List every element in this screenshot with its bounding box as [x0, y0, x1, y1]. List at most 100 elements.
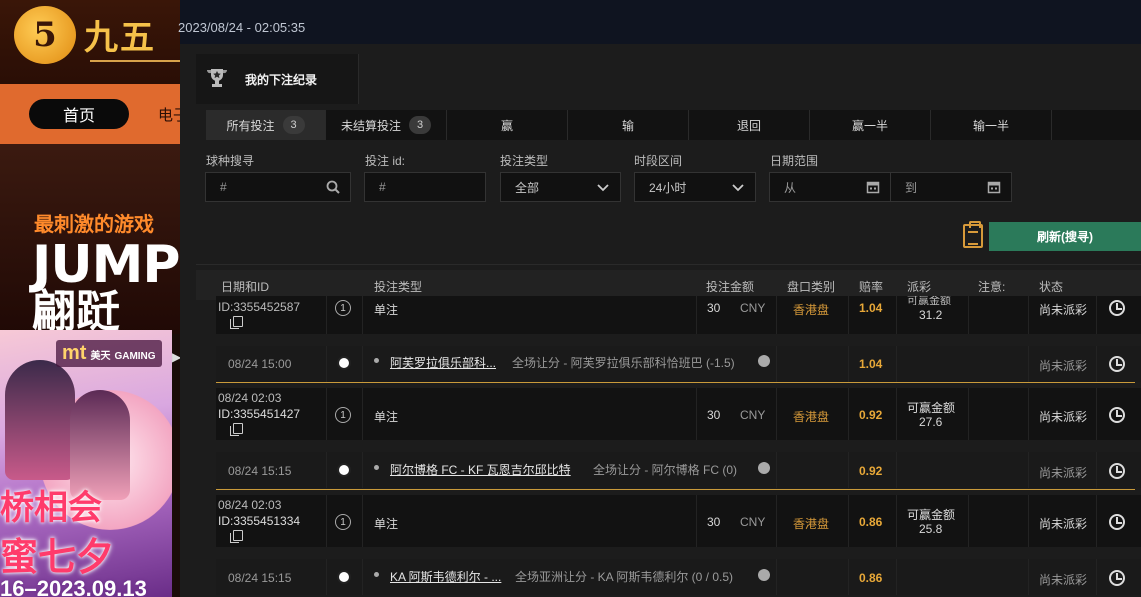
bullet-dot [374, 465, 379, 470]
bet-filter-tabs: 所有投注 3 未结算投注 3 赢 输 退回 赢一半 输一半 [206, 110, 1141, 140]
tab-lost[interactable]: 输 [568, 110, 689, 140]
col-note: 注意: [978, 280, 1006, 294]
clock-icon[interactable] [1109, 300, 1125, 316]
chevron-right-icon[interactable]: ▶ [172, 350, 181, 370]
bet-id: ID:3355451427 [218, 407, 301, 421]
col-status: 状态 [1039, 280, 1064, 294]
info-icon[interactable]: 1 [335, 300, 351, 316]
bet-type: 单注 [374, 517, 399, 531]
bet-status: 尚未派彩 [1039, 410, 1088, 424]
bet-market: 香港盘 [793, 410, 830, 424]
col-bet-type: 投注类型 [374, 280, 423, 294]
copy-icon[interactable] [230, 423, 243, 436]
payout-label: 可赢金额 [907, 401, 956, 415]
calendar-icon[interactable] [866, 180, 880, 194]
bet-id-placeholder: # [379, 180, 386, 194]
bet-date: 08/24 02:03 [218, 498, 282, 512]
bet-status: 尚未派彩 [1039, 517, 1088, 531]
date-from-placeholder: 从 [784, 180, 797, 195]
event-status: 尚未派彩 [1039, 573, 1088, 587]
tab-unsettled-bets[interactable]: 未结算投注 3 [326, 110, 447, 140]
site-logo-text: 九五 [84, 18, 156, 58]
event-match-link[interactable]: 阿尔博格 FC - KF 瓦恩吉尔邱比特 [390, 461, 571, 478]
col-date-id: 日期和ID [221, 280, 270, 294]
event-match-link[interactable]: KA 阿斯韦德利尔 - ... [390, 568, 501, 585]
bet-type-label: 投注类型 [500, 154, 549, 168]
copy-icon[interactable] [230, 530, 243, 543]
refresh-search-button[interactable]: 刷新(搜寻) [989, 222, 1141, 251]
tab-count-badge: 3 [282, 116, 305, 134]
bet-odds: 1.04 [859, 301, 883, 315]
clock-icon[interactable] [1109, 514, 1125, 530]
bullet-dot [374, 572, 379, 577]
tab-label: 所有投注 [226, 118, 275, 133]
figure-illustration [5, 360, 75, 480]
user-icon[interactable] [758, 569, 770, 581]
calendar-icon[interactable] [987, 180, 1001, 194]
info-icon[interactable]: 1 [335, 407, 351, 423]
tab-count-badge: 3 [409, 116, 431, 134]
clock-icon[interactable] [1109, 463, 1125, 479]
promo-headline-2: 蜜七夕 [0, 537, 115, 579]
row-divider [216, 382, 1135, 383]
hero-subtitle: 最刺激的游戏 [34, 214, 154, 236]
tab-refunded[interactable]: 退回 [689, 110, 810, 140]
period-select[interactable]: 24小时 [634, 172, 756, 202]
bet-market: 香港盘 [793, 303, 830, 317]
bet-currency: CNY [740, 408, 766, 422]
date-to-input[interactable]: 到 [890, 172, 1012, 202]
event-time: 08/24 15:00 [228, 357, 292, 371]
bet-id-label: 投注 id: [365, 154, 406, 168]
tab-more[interactable] [1052, 110, 1141, 140]
soccer-ball-icon [337, 570, 351, 584]
table-row[interactable] [216, 495, 1141, 547]
user-icon[interactable] [758, 355, 770, 367]
clock-icon[interactable] [1109, 356, 1125, 372]
bet-id: ID:3355452587 [218, 300, 301, 314]
event-match-link[interactable]: 阿芙罗拉俱乐部科... [390, 354, 496, 371]
event-time: 08/24 15:15 [228, 464, 292, 478]
table-row[interactable] [216, 296, 1141, 334]
row-divider [216, 489, 1135, 490]
sport-search-placeholder: # [220, 180, 227, 194]
event-status: 尚未派彩 [1039, 466, 1088, 480]
current-datetime: 2023/08/24 - 02:05:35 [178, 20, 306, 35]
clipboard-icon[interactable] [963, 221, 983, 248]
tab-won[interactable]: 赢 [447, 110, 568, 140]
promo-banner[interactable]: mt 美天 GAMING 桥相会 蜜七夕 16–2023.09.13 [0, 330, 172, 597]
bet-type: 单注 [374, 303, 399, 317]
nav-home-button[interactable]: 首页 [29, 99, 129, 129]
period-value: 24小时 [649, 180, 687, 195]
event-time: 08/24 15:15 [228, 571, 292, 585]
event-odds: 0.92 [859, 464, 883, 478]
clock-icon[interactable] [1109, 407, 1125, 423]
bet-id: ID:3355451334 [218, 514, 301, 528]
bet-type-value: 全部 [515, 180, 540, 195]
tab-label: 赢一半 [851, 118, 888, 133]
event-odds: 1.04 [859, 357, 883, 371]
bet-currency: CNY [740, 301, 766, 315]
tab-half-won[interactable]: 赢一半 [810, 110, 931, 140]
bet-amount: 30 [707, 408, 721, 422]
bet-type-select[interactable]: 全部 [500, 172, 621, 202]
table-row[interactable] [216, 388, 1141, 440]
search-icon[interactable] [326, 180, 340, 194]
info-icon[interactable]: 1 [335, 514, 351, 530]
event-selection: 全场让分 - 阿芙罗拉俱乐部科恰班巴 (-1.5) [512, 356, 735, 370]
date-from-input[interactable]: 从 [769, 172, 891, 202]
clock-icon[interactable] [1109, 570, 1125, 586]
period-label: 时段区间 [634, 154, 683, 168]
tab-all-bets[interactable]: 所有投注 3 [206, 110, 326, 140]
bet-date: 08/24 02:03 [218, 391, 282, 405]
copy-icon[interactable] [230, 316, 243, 329]
sport-search-input[interactable]: # [205, 172, 351, 202]
bet-type: 单注 [374, 410, 399, 424]
promo-headline: 桥相会 [0, 489, 102, 527]
tab-half-lost[interactable]: 输一半 [931, 110, 1052, 140]
logo-icon[interactable]: 5 [14, 6, 76, 64]
event-status: 尚未派彩 [1039, 359, 1088, 373]
tab-label: 赢 [500, 118, 513, 133]
promo-logo: mt 美天 GAMING [56, 340, 162, 367]
user-icon[interactable] [758, 462, 770, 474]
bet-id-input[interactable]: # [364, 172, 486, 202]
